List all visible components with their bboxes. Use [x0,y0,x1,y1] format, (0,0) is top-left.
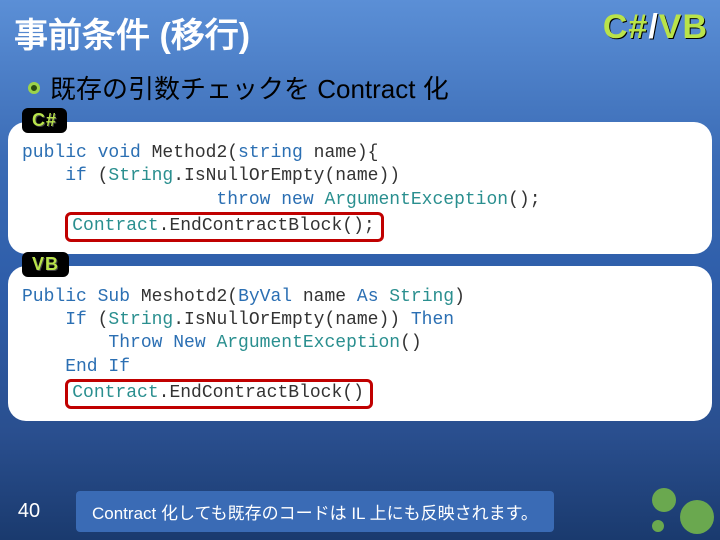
bullet-line: 既存の引数チェックを Contract 化 [0,63,720,116]
cs-kw-throw-new: throw new [22,190,324,210]
circle-icon [652,520,664,532]
vb-l1-end: ) [454,287,465,307]
corner-decoration [630,480,720,540]
vb-l1-mid: Meshotd2( [130,287,238,307]
cs-kw-public-void: public void [22,143,141,163]
circle-icon [680,500,714,534]
cs-l4-pre [22,216,65,236]
cs-type-ArgEx: ArgumentException [324,190,508,210]
cs-kw-if: if [22,166,87,186]
csharp-tag: C# [22,108,67,133]
cs-l1-end: name){ [303,143,379,163]
vb-l2-mid: ( [87,310,109,330]
vb-kw-then: Then [411,310,454,330]
vb-kw-as: As [357,287,389,307]
vb-l2-type: String [108,310,173,330]
vb-tag: VB [22,252,69,277]
footer-note: Contract 化しても既存のコードは IL 上にも反映されます。 [76,491,554,532]
vb-l2-call: .IsNullOrEmpty(name)) [173,310,411,330]
vb-l5-end: .EndContractBlock() [159,383,364,403]
vb-kw-throw: Throw [22,333,173,353]
vb-kw-if: If [22,310,87,330]
csharp-code-card: C# public void Method2(string name){ if … [8,122,712,254]
bullet-icon [28,82,40,94]
page-number: 40 [0,500,58,523]
cs-l2-end: .IsNullOrEmpty(name)) [173,166,400,186]
bullet-text: 既存の引数チェックを Contract 化 [50,69,449,106]
vb-code: Public Sub Meshotd2(ByVal name As String… [16,272,704,413]
cs-type-String: String [108,166,173,186]
vb-highlight-box: Contract.EndContractBlock() [65,379,373,408]
vb-kw-new: New [173,333,216,353]
vb-l3-end: () [400,333,422,353]
cs-l1-mid: Method2( [141,143,238,163]
circle-icon [652,488,676,512]
cs-l4-end: .EndContractBlock(); [159,216,375,236]
lang-slash: / [648,8,658,46]
footer-row: 40 Contract 化しても既存のコードは IL 上にも反映されます。 [0,491,720,532]
vb-l1-name: name [292,287,357,307]
vb-kw-byval: ByVal [238,287,292,307]
cs-l2-mid: ( [87,166,109,186]
vb-type-Contract: Contract [72,383,158,403]
lang-badges: C#/VB [603,8,708,47]
cs-type-Contract: Contract [72,216,158,236]
cs-l3-end: (); [508,190,540,210]
slide-title: 事前条件 (移行) [14,8,250,57]
vb-type-String: String [389,287,454,307]
cs-highlight-box: Contract.EndContractBlock(); [65,212,383,241]
lang-vb: VB [659,8,708,46]
vb-l5-pre [22,383,65,403]
vb-code-card: VB Public Sub Meshotd2(ByVal name As Str… [8,266,712,421]
vb-kw-public-sub: Public Sub [22,287,130,307]
cs-type-string: string [238,143,303,163]
vb-kw-endif: End If [22,357,130,377]
csharp-code: public void Method2(string name){ if (St… [16,128,704,246]
lang-csharp: C# [603,8,648,46]
vb-type-ArgEx: ArgumentException [216,333,400,353]
title-row: 事前条件 (移行) C#/VB [0,0,720,63]
